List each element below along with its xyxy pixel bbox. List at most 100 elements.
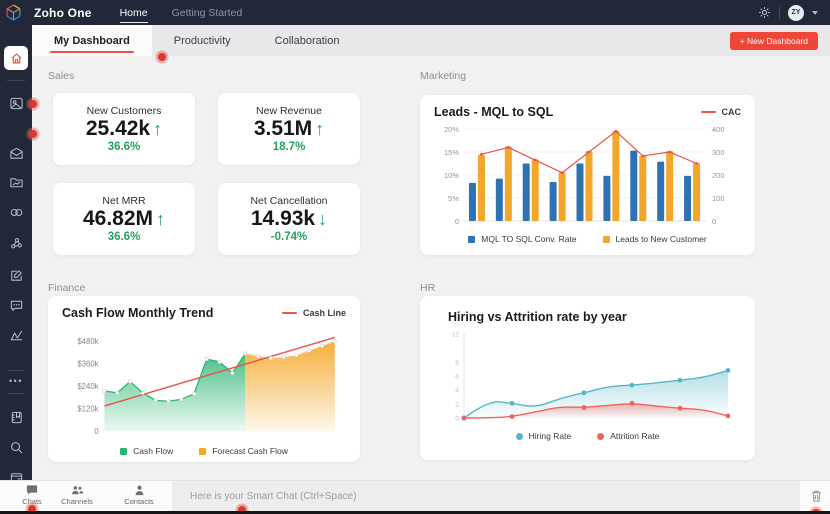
arrow-up-icon: ↑ (153, 118, 163, 139)
legend-cash-flow: Cash Flow (120, 446, 173, 456)
smart-chat-input[interactable] (172, 481, 800, 511)
folder-chart-icon (9, 175, 24, 190)
new-dashboard-button[interactable]: + New Dashboard (729, 32, 818, 50)
network-icon (9, 236, 24, 251)
kpi-delta: 36.6% (107, 231, 141, 244)
sidebar-item-home[interactable] (4, 46, 28, 70)
arrow-up-icon: ↑ (156, 208, 166, 229)
zoho-logo-icon[interactable] (0, 0, 26, 25)
home-icon (10, 52, 23, 65)
legend-hiring: Hiring Rate (515, 431, 571, 441)
sidebar-item-gallery[interactable] (0, 95, 32, 111)
svg-text:0: 0 (712, 217, 716, 226)
svg-text:$240k: $240k (77, 382, 98, 391)
bar-swatch (602, 235, 610, 243)
avatar[interactable]: ZY (788, 4, 804, 21)
comment-icon (9, 298, 24, 313)
line-swatch (281, 312, 297, 314)
svg-text:400: 400 (712, 125, 725, 134)
notebook-icon (9, 410, 24, 425)
sidebar-divider (7, 370, 25, 371)
svg-text:200: 200 (712, 171, 725, 180)
sidebar-item-analytics[interactable] (0, 327, 32, 343)
svg-text:10%: 10% (444, 171, 459, 180)
arrow-up-icon: ↑ (315, 118, 325, 139)
arrow-down-icon: ↓ (318, 208, 328, 229)
line-swatch (700, 111, 716, 113)
legend-leads: Leads to New Customer (602, 234, 707, 244)
sidebar-item-search[interactable] (0, 439, 32, 455)
tab-my-dashboard[interactable]: My Dashboard (32, 25, 152, 56)
chart-title: Hiring vs Attrition rate by year (448, 310, 627, 324)
section-label-marketing: Marketing (420, 70, 467, 82)
annotation-dot (158, 53, 166, 61)
sidebar: ••• (0, 25, 32, 482)
svg-text:0: 0 (455, 217, 459, 226)
bottombar-item-channels[interactable]: Channels (57, 485, 97, 506)
chart-title: Cash Flow Monthly Trend (62, 306, 214, 320)
legend-forecast: Forecast Cash Flow (199, 446, 288, 456)
sidebar-divider (7, 393, 25, 394)
kpi-title: New Revenue (256, 104, 322, 117)
sidebar-item-comments[interactable] (0, 297, 32, 313)
svg-text:4: 4 (455, 388, 459, 395)
kpi-delta: 36.6% (107, 141, 141, 154)
legend-cac: CAC (700, 107, 741, 117)
svg-text:12: 12 (451, 332, 459, 339)
svg-text:0: 0 (455, 416, 459, 423)
section-label-finance: Finance (48, 282, 86, 294)
kpi-value: 46.82M ↑ (82, 206, 166, 230)
dashboard-content: Sales Marketing Finance HR New Customers… (32, 56, 830, 480)
smart-chat-bar: Chats Channels Contacts (0, 480, 830, 514)
svg-text:$120k: $120k (77, 405, 98, 414)
analytics-icon (9, 328, 24, 343)
topnav: Home Getting Started (119, 0, 243, 25)
kpi-title: Net MRR (102, 194, 146, 207)
sidebar-item-notebook[interactable] (0, 409, 32, 425)
sidebar-item-folder[interactable] (0, 174, 32, 190)
dot-swatch (515, 432, 523, 440)
kpi-delta: 18.7% (272, 141, 306, 154)
legend-mql: MQL TO SQL Conv. Rate (468, 234, 577, 244)
compose-icon (9, 268, 24, 283)
chart-title: Leads - MQL to SQL (434, 105, 554, 119)
kpi-value: 25.42k ↑ (85, 116, 163, 140)
topnav-home[interactable]: Home (119, 0, 148, 25)
sidebar-divider (7, 80, 25, 81)
brand-title: Zoho One (34, 5, 92, 20)
area-swatch (199, 447, 207, 455)
kpi-card-net-mrr: Net MRR 46.82M ↑ 36.6% (53, 183, 195, 255)
section-label-hr: HR (420, 282, 436, 294)
kpi-card-new-customers: New Customers 25.42k ↑ 36.6% (53, 93, 195, 165)
annotation-dot (29, 130, 37, 138)
kpi-card-net-cancellation: Net Cancellation 14.93k ↓ -0.74% (218, 183, 360, 255)
bottombar-item-contacts[interactable]: Contacts (117, 485, 161, 506)
section-label-sales: Sales (48, 70, 75, 82)
finance-chart-card: Cash Flow Monthly Trend Cash Line $480k $… (48, 296, 360, 462)
trash-icon[interactable] (810, 489, 823, 508)
sidebar-more-icon[interactable]: ••• (0, 376, 32, 386)
sidebar-item-mail[interactable] (0, 145, 32, 161)
svg-text:100: 100 (712, 194, 725, 203)
dot-swatch (597, 432, 605, 440)
marketing-chart-card: Leads - MQL to SQL CAC 20% 400 15% 300 10% 20… (420, 95, 755, 255)
sidebar-item-compose[interactable] (0, 267, 32, 283)
gallery-icon (9, 96, 24, 111)
sidebar-item-connections[interactable] (0, 204, 32, 220)
svg-text:5%: 5% (448, 194, 459, 203)
hiring-attrition-chart: 12 8 6 4 2 0 (451, 332, 731, 423)
svg-text:15%: 15% (444, 148, 459, 157)
tab-collaboration[interactable]: Collaboration (253, 25, 362, 56)
sidebar-item-network[interactable] (0, 235, 32, 251)
bottombar-item-chats[interactable]: Chats (14, 485, 50, 506)
topbar: Zoho One Home Getting Started ZY (0, 0, 830, 25)
bar-swatch (468, 235, 476, 243)
svg-text:$480k: $480k (77, 337, 98, 346)
topnav-getting-started[interactable]: Getting Started (172, 0, 243, 25)
search-icon (9, 440, 24, 455)
annotation-dot (29, 100, 37, 108)
people-group-icon (71, 485, 84, 496)
settings-gear-icon[interactable] (758, 6, 771, 19)
chevron-down-icon[interactable] (812, 10, 818, 15)
tab-productivity[interactable]: Productivity (152, 25, 253, 56)
